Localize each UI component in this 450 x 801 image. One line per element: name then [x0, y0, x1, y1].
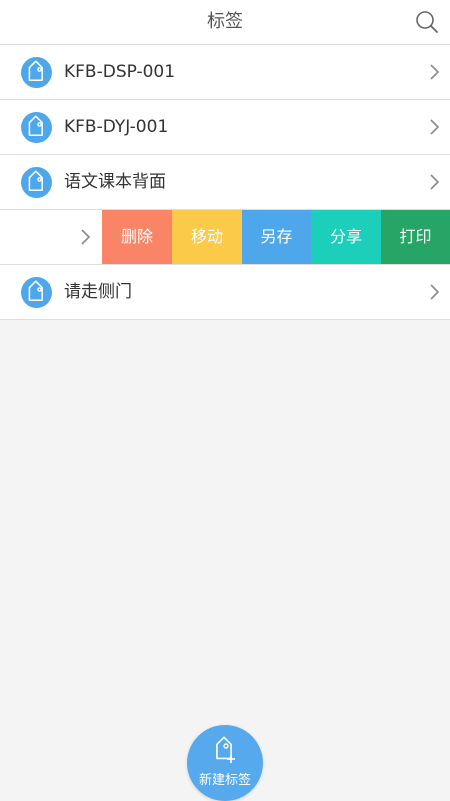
share-button[interactable]: 分享 [311, 210, 381, 264]
tag-row[interactable]: KFB-DSP-001 [0, 45, 450, 100]
tag-row[interactable]: 请走侧门 [0, 265, 450, 320]
tag-icon [21, 57, 52, 88]
swipe-actions: 删除 移动 另存 分享 打印 [102, 210, 450, 264]
add-tag-icon [216, 736, 235, 763]
chevron-right-icon [430, 284, 440, 300]
tag-label: 请走侧门 [64, 282, 132, 302]
chevron-right-icon [430, 64, 440, 80]
tag-list: KFB-DSP-001 KFB-DYJ-001 语文课本背面 删除 移动 另存 … [0, 45, 450, 320]
tag-icon [21, 167, 52, 198]
tag-label: KFB-DYJ-001 [64, 117, 169, 137]
tag-icon [21, 277, 52, 308]
save-as-button[interactable]: 另存 [242, 210, 311, 264]
search-icon[interactable] [414, 9, 440, 35]
tag-icon [21, 112, 52, 143]
delete-button[interactable]: 删除 [102, 210, 172, 264]
chevron-right-icon [430, 119, 440, 135]
app-header: 标签 [0, 0, 450, 45]
chevron-right-icon [81, 229, 91, 245]
tag-row[interactable]: 语文课本背面 [0, 155, 450, 210]
new-tag-button[interactable]: 新建标签 [187, 725, 263, 801]
move-button[interactable]: 移动 [172, 210, 242, 264]
tag-row[interactable]: KFB-DYJ-001 [0, 100, 450, 155]
tag-label: 语文课本背面 [64, 172, 166, 192]
page-title: 标签 [207, 11, 243, 32]
tag-row-swiped[interactable]: 删除 移动 另存 分享 打印 [0, 210, 450, 265]
chevron-right-icon [430, 174, 440, 190]
new-tag-label: 新建标签 [198, 773, 251, 788]
tag-label: KFB-DSP-001 [64, 62, 176, 82]
print-button[interactable]: 打印 [381, 210, 450, 264]
